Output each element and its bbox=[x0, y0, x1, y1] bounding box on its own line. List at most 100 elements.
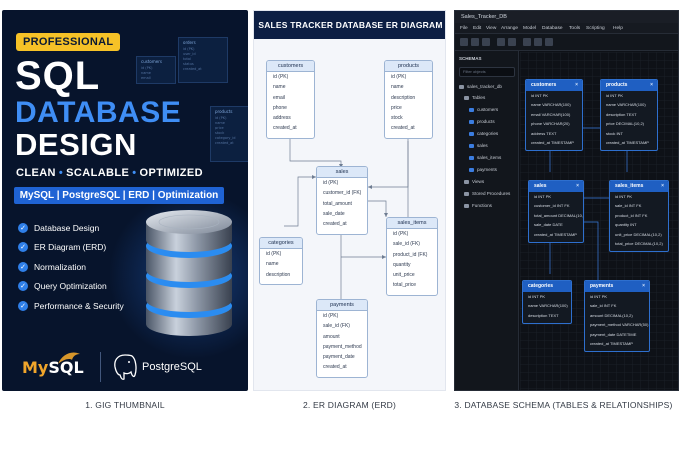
entity-customers[interactable]: customers id (PK) name email phone addre… bbox=[266, 60, 315, 139]
ghost-table-title: customers bbox=[141, 59, 162, 64]
table-field: id INT PK bbox=[531, 93, 549, 98]
table-field: description TEXT bbox=[606, 111, 637, 117]
logo-strip: MySQL PostgreSQL bbox=[2, 348, 248, 388]
tagline-scalable: SCALABLE bbox=[66, 167, 130, 179]
table-payments[interactable]: payments × id INT PK sale_id INT FK amoun… bbox=[584, 280, 650, 352]
filter-objects-input[interactable]: Filter objects bbox=[459, 67, 515, 77]
entity-title: sales bbox=[317, 167, 367, 178]
tree-table-products[interactable]: products bbox=[469, 119, 495, 125]
entity-field: name bbox=[391, 84, 404, 91]
table-field: id INT PK bbox=[534, 194, 552, 199]
tree-table-customers[interactable]: customers bbox=[469, 107, 498, 113]
entity-title: customers bbox=[267, 61, 314, 72]
close-icon[interactable]: × bbox=[575, 80, 578, 91]
entity-field: email bbox=[273, 94, 285, 101]
entity-field: quantity bbox=[393, 261, 411, 268]
table-field: phone VARCHAR(20) bbox=[531, 121, 570, 127]
entity-field: sale_id (FK) bbox=[393, 241, 420, 248]
entity-field: created_at bbox=[273, 125, 297, 132]
table-field: total_price DECIMAL(10,2) bbox=[615, 240, 663, 246]
tree-table-sales[interactable]: sales bbox=[469, 143, 488, 149]
zoom-icon[interactable] bbox=[545, 38, 553, 46]
table-field: sale_id INT FK bbox=[615, 203, 642, 209]
new-file-icon[interactable] bbox=[460, 38, 468, 46]
entity-field: price bbox=[391, 104, 402, 111]
table-products[interactable]: products × id INT PK name VARCHAR(100) de… bbox=[600, 79, 658, 151]
table-customers[interactable]: customers × id INT PK name VARCHAR(100) e… bbox=[525, 79, 583, 151]
gig-thumbnail-panel: orders id (PK) user_id total status crea… bbox=[2, 10, 248, 391]
table-sales-items[interactable]: sales_items × id INT PK sale_id INT FK pr… bbox=[609, 180, 669, 252]
entity-field: created_at bbox=[391, 125, 415, 132]
entity-field: description bbox=[391, 94, 416, 101]
tagline-clean: CLEAN bbox=[16, 167, 56, 179]
caption-thumbnail: 1. GIG THUMBNAIL bbox=[85, 400, 165, 410]
feature-label: Database Design bbox=[34, 222, 100, 233]
feature-label: ER Diagram (ERD) bbox=[34, 242, 107, 253]
table-tool-icon[interactable] bbox=[523, 38, 531, 46]
entity-products[interactable]: products id (PK) name description price … bbox=[384, 60, 433, 139]
relation-tool-icon[interactable] bbox=[534, 38, 542, 46]
tree-table-categories[interactable]: categories bbox=[469, 131, 498, 137]
ghost-table-fields: id (PK) name price stock category_id cre… bbox=[215, 116, 236, 145]
menu-model[interactable]: Model bbox=[523, 23, 536, 34]
tree-label: Stored Procedures bbox=[472, 191, 511, 196]
entity-payments[interactable]: payments id (PK) sale_id (FK) amount pay… bbox=[316, 299, 368, 378]
table-categories[interactable]: categories id INT PK name VARCHAR(100) d… bbox=[522, 280, 572, 324]
menu-arrange[interactable]: Arrange bbox=[501, 23, 518, 34]
tree-stored-procedures[interactable]: Stored Procedures bbox=[464, 191, 510, 197]
entity-title: products bbox=[385, 61, 432, 72]
entity-field: phone bbox=[273, 104, 287, 111]
undo-icon[interactable] bbox=[497, 38, 505, 46]
diagram-canvas[interactable]: customers × id INT PK name VARCHAR(100) e… bbox=[520, 52, 678, 390]
feature-item: ✓ Query Optimization bbox=[18, 277, 124, 297]
tree-views[interactable]: Views bbox=[464, 179, 484, 185]
entity-field: payment_date bbox=[323, 354, 355, 361]
entity-sales[interactable]: sales id (PK) customer_id (FK) total_amo… bbox=[316, 166, 368, 235]
feature-item: ✓ Normalization bbox=[18, 257, 124, 277]
menu-tools[interactable]: Tools bbox=[569, 23, 580, 34]
close-icon[interactable]: × bbox=[650, 80, 653, 91]
table-field: id INT PK bbox=[606, 93, 624, 98]
menu-view[interactable]: View bbox=[486, 23, 496, 34]
tree-table-payments[interactable]: payments bbox=[469, 167, 497, 173]
tree-db[interactable]: sales_tracker_db bbox=[459, 84, 502, 90]
open-folder-icon[interactable] bbox=[471, 38, 479, 46]
tree-label: categories bbox=[477, 131, 499, 136]
er-diagram-panel: SALES TRACKER DATABASE ER DIAGRAM custom… bbox=[253, 10, 446, 391]
menu-help[interactable]: Help bbox=[613, 23, 623, 34]
table-header: sales_items × bbox=[610, 181, 668, 192]
entity-sales-items[interactable]: sales_items id (PK) sale_id (FK) product… bbox=[386, 217, 438, 296]
table-field: total_amount DECIMAL(10,2) bbox=[534, 212, 584, 218]
check-icon: ✓ bbox=[18, 281, 28, 292]
logo-separator bbox=[100, 352, 101, 382]
entity-field: name bbox=[273, 84, 286, 91]
menu-scripting[interactable]: Scripting bbox=[586, 23, 605, 34]
redo-icon[interactable] bbox=[508, 38, 516, 46]
table-field: name VARCHAR(100) bbox=[606, 102, 646, 108]
close-icon[interactable]: × bbox=[642, 281, 645, 292]
menu-file[interactable]: File bbox=[460, 23, 468, 34]
menu-database[interactable]: Database bbox=[542, 23, 563, 34]
entity-field: customer_id (FK) bbox=[323, 190, 362, 197]
link-customers-sales bbox=[289, 139, 342, 167]
feature-list: ✓ Database Design ✓ ER Diagram (ERD) ✓ Norm… bbox=[18, 218, 124, 316]
database-icon bbox=[459, 84, 464, 89]
caption-er-diagram: 2. ER DIAGRAM (ERD) bbox=[302, 400, 397, 410]
menu-edit[interactable]: Edit bbox=[473, 23, 481, 34]
tree-table-sales-items[interactable]: sales_items bbox=[469, 155, 501, 161]
table-field: stock INT bbox=[606, 130, 623, 136]
table-field: amount DECIMAL(10,2) bbox=[590, 312, 633, 318]
tree-tables-folder[interactable]: Tables bbox=[464, 95, 485, 101]
save-icon[interactable] bbox=[482, 38, 490, 46]
tree-functions[interactable]: Functions bbox=[464, 203, 492, 209]
close-icon[interactable]: × bbox=[661, 181, 664, 192]
tree-label: customers bbox=[477, 107, 499, 112]
schema-sidebar: SCHEMAS Filter objects sales_tracker_db … bbox=[455, 51, 519, 390]
table-icon bbox=[469, 119, 474, 124]
entity-field: amount bbox=[323, 333, 340, 340]
table-sales[interactable]: sales × id INT PK customer_id INT FK tota… bbox=[528, 180, 584, 243]
check-icon: ✓ bbox=[18, 300, 28, 311]
close-icon[interactable]: × bbox=[576, 181, 579, 192]
collage: orders id (PK) user_id total status crea… bbox=[0, 0, 680, 453]
entity-categories[interactable]: categories id (PK) name description bbox=[259, 237, 303, 285]
